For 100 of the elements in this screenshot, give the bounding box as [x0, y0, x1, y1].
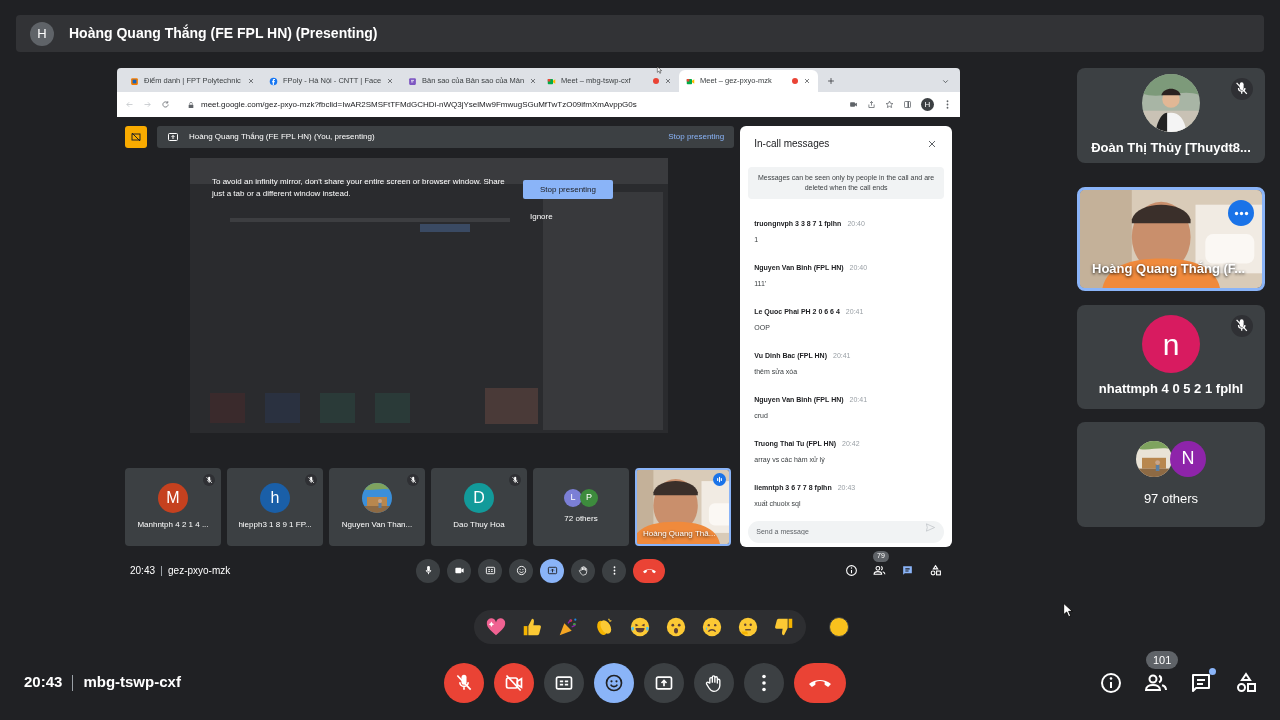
- avatar: P: [580, 489, 598, 507]
- chat-title: In-call messages: [754, 137, 830, 151]
- avatar: h: [260, 483, 290, 513]
- participant-name: Nguyen Van Than...: [341, 519, 413, 531]
- hand-button[interactable]: [694, 662, 734, 703]
- camera-icon: [453, 565, 465, 576]
- participant-name: hiepph3 1 8 9 1 FP...: [238, 519, 312, 531]
- warning-text: To avoid an infinity mirror, don't share your entire screen or browser window. Share just a tab or a different window instead.: [212, 176, 506, 200]
- chat-icon: [901, 564, 914, 577]
- more-icon: [761, 673, 767, 692]
- camera-button[interactable]: [494, 662, 534, 703]
- present-button[interactable]: [540, 558, 564, 583]
- participant-name: Hoàng Quang Thă...: [643, 528, 716, 540]
- hand-icon: [704, 672, 724, 693]
- info-icon: [1099, 670, 1123, 695]
- url-field[interactable]: meet.google.com/gez-pxyo-mzk?fbclid=IwAR2SMSFtTFMdGCHDi-nWQ3jYselMw9FmwugSGuMfTwTzO09ifmXmAvppG0s: [179, 95, 840, 114]
- more-button[interactable]: [744, 662, 784, 703]
- smiley-icon: [515, 565, 527, 576]
- info-icon: [845, 564, 858, 577]
- avatar: M: [158, 483, 188, 513]
- share-icon: [867, 100, 876, 109]
- clock: 20:43: [24, 672, 63, 693]
- chat-button[interactable]: [1189, 670, 1213, 695]
- info-button[interactable]: [845, 564, 858, 577]
- new-tab-icon: [826, 76, 836, 86]
- more-button[interactable]: [602, 558, 626, 583]
- others-count: 97 others: [1143, 489, 1199, 508]
- shapes-icon: [1234, 670, 1258, 695]
- avatar: N: [1170, 440, 1206, 477]
- clock: 20:43: [130, 564, 156, 578]
- others-count: 72 others: [564, 513, 598, 525]
- ignore-button[interactable]: Ignore: [526, 211, 557, 223]
- skin-tone-button[interactable]: [829, 617, 849, 637]
- side-panel-icon: [903, 100, 912, 109]
- stop-presenting-link[interactable]: Stop presenting: [668, 131, 725, 143]
- participant-name: Manhntph 4 2 1 4 ...: [137, 519, 209, 531]
- hand-icon: [577, 565, 589, 576]
- laughing-face-icon[interactable]: [629, 616, 651, 638]
- end-call-button[interactable]: [794, 662, 846, 703]
- info-button[interactable]: [1099, 670, 1123, 695]
- thinking-face-icon[interactable]: [737, 616, 759, 638]
- cursor-icon: [656, 65, 664, 75]
- avatar: L: [564, 489, 582, 507]
- back-icon: [125, 100, 134, 109]
- forward-icon: [143, 100, 152, 109]
- participant-name: nhattmph 4 0 5 2 1 fplhl: [1098, 380, 1244, 399]
- present-icon: [546, 565, 558, 576]
- mic-button[interactable]: [416, 558, 440, 583]
- activities-button[interactable]: [929, 564, 942, 577]
- camera-icon: [849, 100, 858, 109]
- thumbs-up-icon[interactable]: [521, 616, 543, 638]
- people-icon: [873, 564, 886, 577]
- present-button[interactable]: [644, 662, 684, 703]
- captions-icon: [484, 565, 496, 576]
- presenter-title: Hoàng Quang Thắng (FE FPL HN) (Presenting): [69, 23, 378, 43]
- hand-button[interactable]: [571, 558, 595, 583]
- shapes-icon: [929, 564, 942, 577]
- lock-icon: [187, 100, 195, 109]
- close-icon: [247, 77, 255, 85]
- avatar: H: [921, 98, 934, 111]
- tab-icon: [408, 76, 417, 86]
- end-call-button[interactable]: [633, 558, 665, 583]
- camera-button[interactable]: [447, 558, 471, 583]
- party-popper-icon[interactable]: [557, 616, 579, 638]
- send-icon: [925, 522, 936, 533]
- more-icon: [1233, 210, 1249, 216]
- avatar: D: [464, 483, 494, 513]
- presenting-label: Hoàng Quang Thắng (FE FPL HN) (You, presenting): [189, 131, 375, 143]
- meeting-code: gez-pxyo-mzk: [168, 564, 231, 578]
- more-icon: [612, 566, 616, 575]
- close-icon: [803, 77, 811, 85]
- tab-icon: [547, 76, 556, 86]
- close-icon: [664, 77, 672, 85]
- tab-icon: [269, 76, 278, 86]
- heart-icon[interactable]: [485, 616, 507, 638]
- phone-icon: [642, 567, 656, 574]
- surprised-face-icon[interactable]: [665, 616, 687, 638]
- mic-off-icon: [454, 672, 474, 693]
- presenting-icon: [125, 126, 147, 148]
- stop-presenting-button[interactable]: Stop presenting: [523, 180, 613, 199]
- avatar: H: [30, 21, 54, 46]
- tab-icon: [130, 76, 139, 86]
- sad-face-icon[interactable]: [701, 616, 723, 638]
- meeting-code: mbg-tswp-cxf: [83, 672, 181, 693]
- reload-icon: [161, 100, 170, 109]
- captions-button[interactable]: [478, 558, 502, 583]
- present-icon: [167, 131, 179, 143]
- chat-button[interactable]: [901, 564, 914, 577]
- mic-button[interactable]: [444, 662, 484, 703]
- thumbs-down-icon[interactable]: [773, 616, 795, 638]
- close-icon: [529, 77, 538, 85]
- camera-off-icon: [504, 672, 524, 693]
- captions-button[interactable]: [544, 662, 584, 703]
- star-icon: [885, 100, 894, 109]
- reactions-button[interactable]: [509, 558, 533, 583]
- avatar: n: [1142, 315, 1200, 374]
- reactions-button[interactable]: [594, 662, 634, 703]
- activities-button[interactable]: [1234, 670, 1258, 695]
- count-badge: 101: [1146, 650, 1179, 669]
- participant-name: Đoàn Thị Thủy [Thuydt8...: [1091, 138, 1251, 157]
